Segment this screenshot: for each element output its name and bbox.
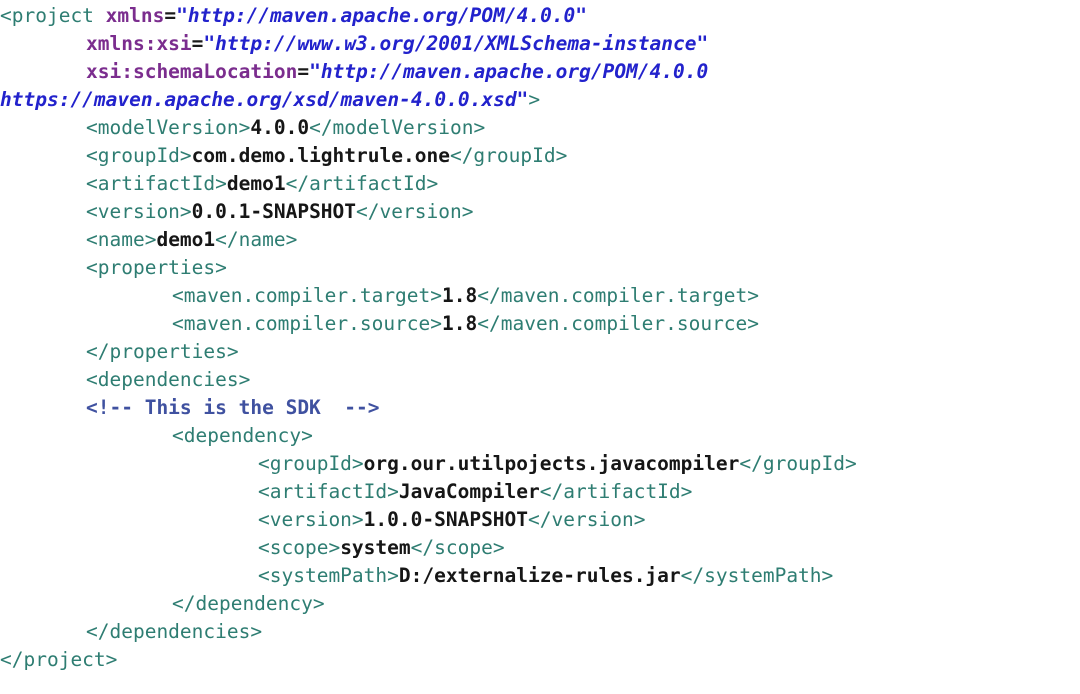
code-line[interactable]: <artifactId>demo1</artifactId> xyxy=(0,170,1080,198)
token-tag: <maven.compiler.target> xyxy=(172,284,443,307)
code-line[interactable]: <maven.compiler.source>1.8</maven.compil… xyxy=(0,310,1080,338)
code-editor-content[interactable]: <project xmlns="http://maven.apache.org/… xyxy=(0,0,1080,694)
token-txt: JavaCompiler xyxy=(398,480,540,503)
token-txt: system xyxy=(340,536,411,559)
token-eq: = xyxy=(164,4,177,27)
code-line[interactable]: <groupId>org.our.utilpojects.javacompile… xyxy=(0,450,1080,478)
token-tag: </artifactId> xyxy=(285,172,439,195)
token-tag: </groupId> xyxy=(449,144,568,167)
token-tag: <groupId> xyxy=(86,144,192,167)
code-line[interactable]: <groupId>com.demo.lightrule.one</groupId… xyxy=(0,142,1080,170)
token-txt: com.demo.lightrule.one xyxy=(191,144,450,167)
code-line[interactable]: </properties> xyxy=(0,338,1080,366)
token-tag: </name> xyxy=(215,228,298,251)
code-line[interactable]: </dependency> xyxy=(0,590,1080,618)
token-txt: demo1 xyxy=(226,172,286,195)
token-txt: demo1 xyxy=(156,228,216,251)
code-line[interactable]: <systemPath>D:/externalize-rules.jar</sy… xyxy=(0,562,1080,590)
token-attr: xmlns xyxy=(105,4,165,27)
token-tag: </modelVersion> xyxy=(309,116,486,139)
token-tag: </version> xyxy=(528,508,646,531)
code-line[interactable]: </dependencies> xyxy=(0,618,1080,646)
code-line[interactable]: <dependencies> xyxy=(0,366,1080,394)
token-tag: <dependency> xyxy=(172,424,313,447)
token-tag: </dependencies> xyxy=(86,620,263,643)
token-tag: </maven.compiler.target> xyxy=(477,284,760,307)
token-tag: </project> xyxy=(0,648,118,671)
token-val: "http://maven.apache.org/POM/4.0.0" xyxy=(176,4,588,27)
token-txt: 1.8 xyxy=(442,312,478,335)
token-tag: </properties> xyxy=(86,340,239,363)
token-tag: <dependencies> xyxy=(86,368,251,391)
token-eq: = xyxy=(191,32,204,55)
token-tag: <name> xyxy=(86,228,157,251)
code-line[interactable]: xmlns:xsi="http://www.w3.org/2001/XMLSch… xyxy=(0,30,1080,58)
token-val: https://maven.apache.org/xsd/maven-4.0.0… xyxy=(0,88,529,111)
code-line[interactable]: <scope>system</scope> xyxy=(0,534,1080,562)
token-tag: </systemPath> xyxy=(680,564,834,587)
token-attr: xsi:schemaLocation xyxy=(86,60,298,83)
token-tag: </scope> xyxy=(410,536,505,559)
token-tag: <systemPath> xyxy=(258,564,399,587)
token-tag: <project xyxy=(0,4,106,27)
code-line[interactable]: <project xmlns="http://maven.apache.org/… xyxy=(0,2,1080,30)
token-tag: <maven.compiler.source> xyxy=(172,312,443,335)
token-val: "http://www.w3.org/2001/XMLSchema-instan… xyxy=(203,32,709,55)
code-line[interactable]: <!-- This is the SDK --> xyxy=(0,394,1080,422)
token-tag: </version> xyxy=(356,200,474,223)
token-eq: = xyxy=(297,60,310,83)
token-txt: org.our.utilpojects.javacompiler xyxy=(363,452,740,475)
code-line[interactable]: <dependency> xyxy=(0,422,1080,450)
token-comment: <!-- This is the SDK --> xyxy=(86,396,380,419)
token-tag: <scope> xyxy=(258,536,341,559)
token-tag: > xyxy=(528,88,541,111)
token-txt: 0.0.1-SNAPSHOT xyxy=(191,200,357,223)
token-tag: </groupId> xyxy=(739,452,857,475)
token-val: "http://maven.apache.org/POM/4.0.0 xyxy=(309,60,709,83)
token-txt: D:/externalize-rules.jar xyxy=(398,564,681,587)
code-line[interactable]: https://maven.apache.org/xsd/maven-4.0.0… xyxy=(0,86,1080,114)
code-line[interactable]: xsi:schemaLocation="http://maven.apache.… xyxy=(0,58,1080,86)
token-tag: </artifactId> xyxy=(539,480,693,503)
code-line[interactable]: <maven.compiler.target>1.8</maven.compil… xyxy=(0,282,1080,310)
code-line[interactable]: <name>demo1</name> xyxy=(0,226,1080,254)
token-tag: </maven.compiler.source> xyxy=(477,312,760,335)
token-tag: <artifactId> xyxy=(258,480,399,503)
token-tag: <modelVersion> xyxy=(86,116,251,139)
code-line[interactable]: <properties> xyxy=(0,254,1080,282)
token-tag: <artifactId> xyxy=(86,172,227,195)
token-txt: 1.0.0-SNAPSHOT xyxy=(363,508,529,531)
code-line[interactable]: <version>1.0.0-SNAPSHOT</version> xyxy=(0,506,1080,534)
code-line[interactable]: <artifactId>JavaCompiler</artifactId> xyxy=(0,478,1080,506)
token-tag: <version> xyxy=(86,200,192,223)
token-tag: <groupId> xyxy=(258,452,364,475)
token-tag: <version> xyxy=(258,508,364,531)
code-line[interactable]: <version>0.0.1-SNAPSHOT</version> xyxy=(0,198,1080,226)
token-attr: xmlns:xsi xyxy=(86,32,192,55)
token-tag: </dependency> xyxy=(172,592,325,615)
code-line[interactable]: </project> xyxy=(0,646,1080,674)
token-txt: 4.0.0 xyxy=(250,116,310,139)
token-tag: <properties> xyxy=(86,256,227,279)
token-txt: 1.8 xyxy=(442,284,478,307)
code-line[interactable]: <modelVersion>4.0.0</modelVersion> xyxy=(0,114,1080,142)
